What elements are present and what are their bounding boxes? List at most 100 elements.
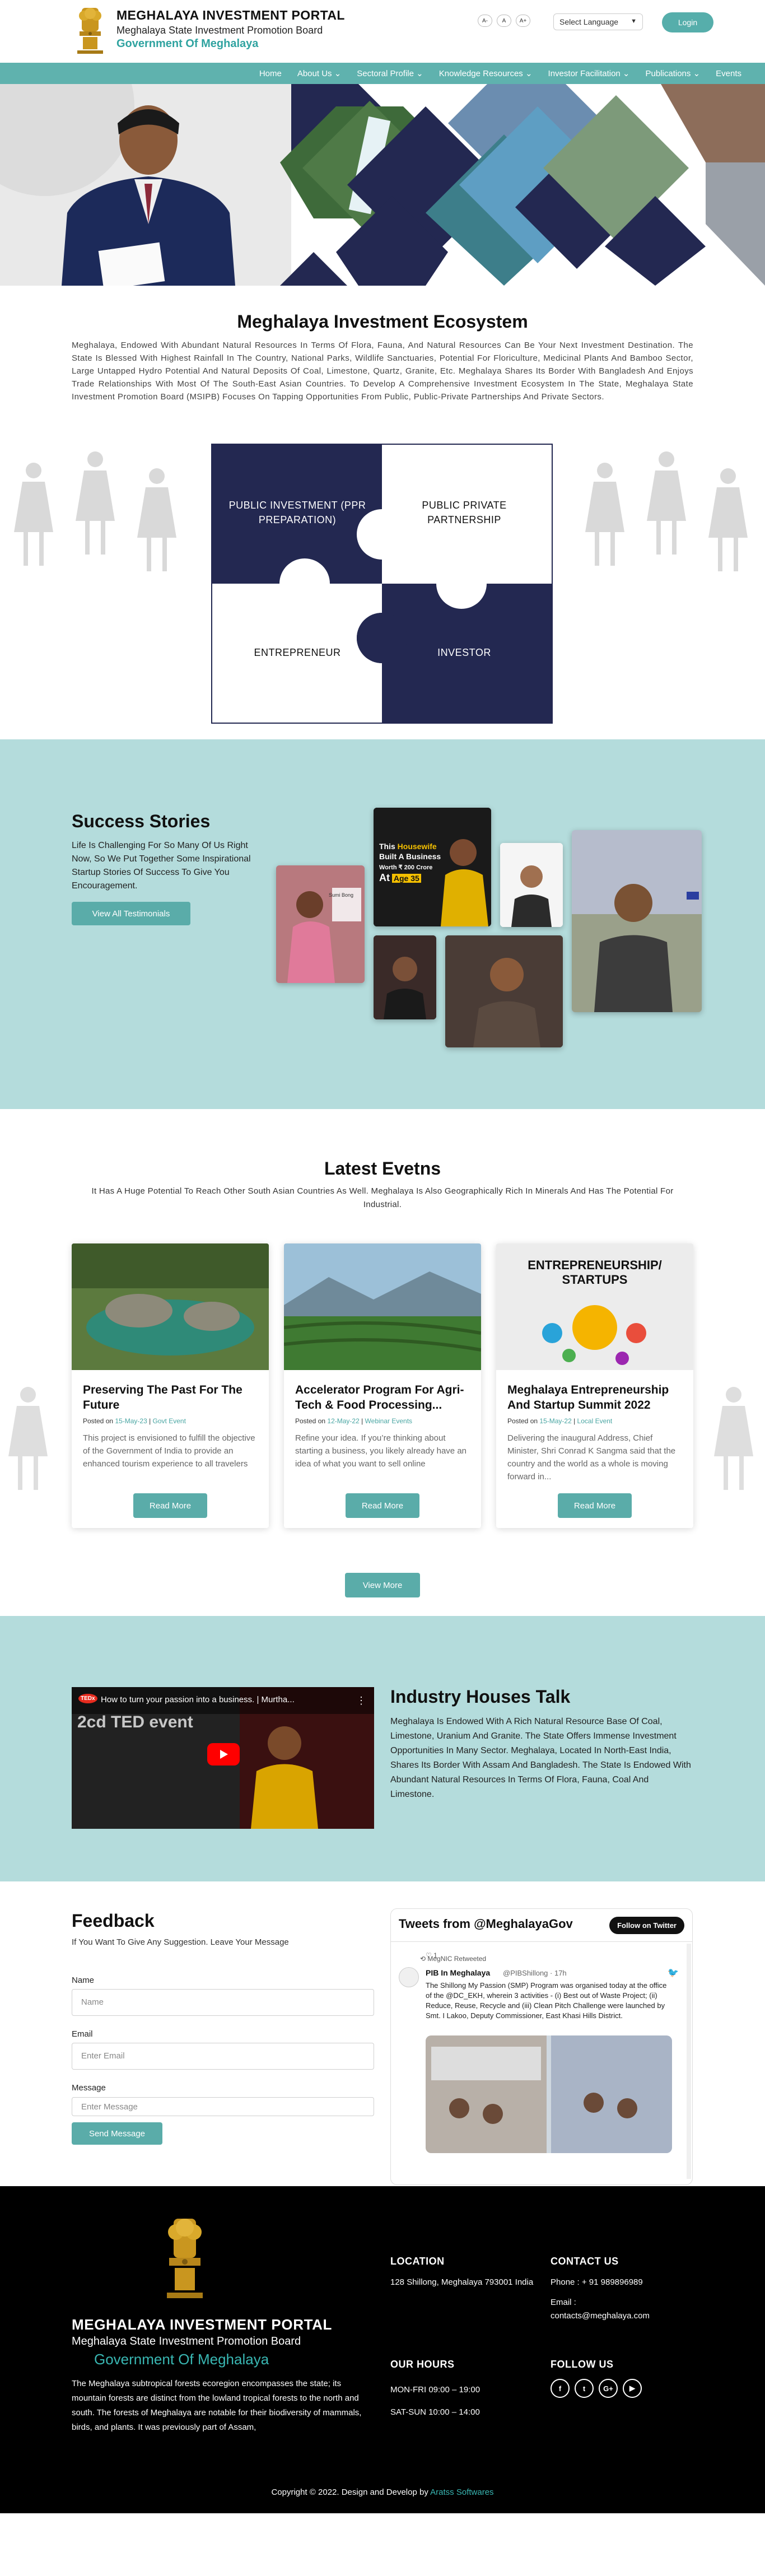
- government-label: Government Of Meghalaya: [116, 38, 259, 50]
- event-image-startup-poster[interactable]: ENTREPRENEURSHIP/ STARTUPS: [496, 1243, 693, 1370]
- nav-about-us[interactable]: About Us ⌄: [297, 68, 341, 78]
- video-overlay-text: 2cd TED event: [77, 1713, 193, 1731]
- nav-knowledge-resources[interactable]: Knowledge Resources ⌄: [439, 68, 533, 78]
- font-increase-button[interactable]: A+: [516, 15, 530, 27]
- contact-email-label: Email :: [551, 2298, 576, 2307]
- story-word-this: This: [379, 842, 395, 851]
- nav-investor-facilitation[interactable]: Investor Facilitation ⌄: [548, 68, 630, 78]
- avatar[interactable]: [399, 1967, 419, 1987]
- nav-publications[interactable]: Publications ⌄: [646, 68, 701, 78]
- event-image-tea-garden[interactable]: [284, 1243, 481, 1370]
- event-category[interactable]: Govt Event: [153, 1417, 186, 1425]
- tweet-photo[interactable]: [426, 2035, 672, 2153]
- twitter-icon[interactable]: t: [575, 2379, 594, 2398]
- language-select[interactable]: Select Language ▼: [553, 13, 643, 30]
- hero-collage-image: [0, 84, 765, 286]
- feedback-title: Feedback: [72, 1911, 155, 1931]
- events-subtitle: It Has A Huge Potential To Reach Other S…: [91, 1186, 674, 1209]
- email-input[interactable]: Enter Email: [72, 2043, 374, 2070]
- event-date: 15-May-22: [539, 1417, 572, 1425]
- event-meta: Posted on 12-May-22 | Webinar Events: [295, 1417, 413, 1425]
- follow-on-twitter-button[interactable]: Follow on Twitter: [609, 1917, 684, 1934]
- contact-phone[interactable]: Phone : + 91 989896989: [551, 2276, 643, 2289]
- main-nav: Home About Us ⌄ Sectoral Profile ⌄ Knowl…: [0, 63, 765, 84]
- facebook-icon[interactable]: f: [551, 2379, 570, 2398]
- send-message-button[interactable]: Send Message: [72, 2122, 162, 2145]
- developer-link[interactable]: Aratss Softwares: [430, 2488, 493, 2497]
- view-more-events-button[interactable]: View More: [345, 1573, 420, 1597]
- event-description: Refine your idea. If you’re thinking abo…: [295, 1433, 467, 1469]
- message-textarea[interactable]: Enter Message: [72, 2097, 374, 2116]
- tedx-logo: TEDx: [78, 1694, 97, 1703]
- tweet-author[interactable]: PIB In Meghalaya: [426, 1968, 490, 1977]
- hero-banner: [0, 84, 765, 286]
- event-category[interactable]: Webinar Events: [365, 1417, 413, 1425]
- tweet-handle[interactable]: @PIBShillong · 17h: [503, 1969, 567, 1977]
- footer-portal-title: MEGHALAYA INVESTMENT PORTAL: [72, 2316, 332, 2333]
- more-options-icon[interactable]: ⋮: [356, 1695, 366, 1707]
- youtube-video-player[interactable]: TEDx How to turn your passion into a bus…: [72, 1687, 374, 1829]
- nav-home[interactable]: Home: [259, 69, 282, 78]
- message-label: Message: [72, 2083, 106, 2093]
- event-date: 12-May-22: [327, 1417, 360, 1425]
- font-reset-button[interactable]: A: [497, 15, 511, 27]
- like-icon[interactable]: ♡ 1: [426, 1951, 437, 1959]
- event-category[interactable]: Local Event: [577, 1417, 613, 1425]
- video-title[interactable]: How to turn your passion into a business…: [101, 1695, 295, 1704]
- ecosystem-section: Meghalaya Investment Ecosystem Meghalaya…: [0, 286, 765, 734]
- puzzle-investor: INVESTOR: [437, 647, 491, 658]
- latest-events-section: Latest Evetns It Has A Huge Potential To…: [0, 1109, 765, 1616]
- event-title[interactable]: Meghalaya Entrepreneurship And Startup S…: [507, 1382, 682, 1413]
- hours-weekend: SAT-SUN 10:00 – 14:00: [390, 2407, 480, 2417]
- login-button[interactable]: Login: [662, 12, 713, 32]
- event-title[interactable]: Preserving The Past For The Future: [83, 1382, 258, 1413]
- tweets-scrollbar[interactable]: [687, 1944, 691, 2179]
- nav-sectoral-profile[interactable]: Sectoral Profile ⌄: [357, 68, 423, 78]
- event-card: ENTREPRENEURSHIP/ STARTUPS Meghalaya Ent…: [496, 1243, 693, 1528]
- ecosystem-text: Meghalaya, Endowed With Abundant Natural…: [72, 341, 693, 402]
- event-card: Preserving The Past For The Future Poste…: [72, 1243, 269, 1528]
- posted-on-label: Posted on: [295, 1417, 326, 1425]
- state-emblem-icon[interactable]: [72, 4, 109, 56]
- event-title[interactable]: Accelerator Program For Agri-Tech & Food…: [295, 1382, 470, 1413]
- play-icon: [220, 1750, 228, 1759]
- read-more-button[interactable]: Read More: [558, 1493, 632, 1518]
- view-all-testimonials-button[interactable]: View All Testimonials: [72, 902, 190, 925]
- portal-title[interactable]: MEGHALAYA INVESTMENT PORTAL: [116, 8, 345, 23]
- copyright: Copyright © 2022. Design and Develop by …: [0, 2488, 765, 2497]
- tweets-title[interactable]: Tweets from @MeghalayaGov: [399, 1917, 573, 1931]
- story-name-label: Sumi Bong: [329, 892, 354, 898]
- twitter-bird-icon[interactable]: 🐦: [668, 1967, 679, 1978]
- story-tile-man-outdoor[interactable]: [572, 830, 702, 1012]
- tweet-text: The Shillong My Passion (SMP) Program wa…: [426, 1981, 667, 2020]
- story-tile-woman-saree[interactable]: Sumi Bong: [276, 865, 365, 983]
- read-more-button[interactable]: Read More: [133, 1493, 207, 1518]
- posted-on-label: Posted on: [507, 1417, 538, 1425]
- story-thumbnail: [445, 935, 563, 1047]
- success-title: Success Stories: [72, 811, 211, 831]
- google-plus-icon[interactable]: G+: [599, 2379, 618, 2398]
- name-label: Name: [72, 1976, 95, 1985]
- story-tile-man-portrait[interactable]: [500, 843, 563, 927]
- youtube-icon[interactable]: ▶: [623, 2379, 642, 2398]
- event-image-rock-pool[interactable]: [72, 1243, 269, 1370]
- story-tile-dark-portrait[interactable]: [374, 935, 436, 1019]
- portal-subtitle: Meghalaya State Investment Promotion Boa…: [116, 25, 323, 36]
- read-more-button[interactable]: Read More: [346, 1493, 419, 1518]
- success-stories-section: Success Stories Life Is Challenging For …: [0, 739, 765, 1109]
- events-card-list: Preserving The Past For The Future Poste…: [72, 1243, 693, 1528]
- story-word-at: At: [379, 872, 390, 883]
- nav-events[interactable]: Events: [716, 69, 741, 78]
- contact-email[interactable]: contacts@meghalaya.com: [551, 2309, 650, 2323]
- event-card: Accelerator Program For Agri-Tech & Food…: [284, 1243, 481, 1528]
- story-tile-housewife[interactable]: This Housewife Built A Business Worth ₹ …: [374, 808, 491, 926]
- location-address: 128 Shillong, Meghalaya 793001 India: [390, 2277, 534, 2287]
- name-input[interactable]: Name: [72, 1989, 374, 2016]
- hours-weekdays: MON-FRI 09:00 – 19:00: [390, 2385, 481, 2395]
- copyright-text: Copyright © 2022. Design and Develop by: [271, 2488, 428, 2497]
- play-button[interactable]: [207, 1743, 240, 1766]
- story-word-worth: Worth ₹ 200 Crore: [379, 864, 433, 871]
- font-decrease-button[interactable]: A-: [478, 15, 492, 27]
- story-tile-interview[interactable]: [445, 935, 563, 1047]
- site-footer: MEGHALAYA INVESTMENT PORTAL Meghalaya St…: [0, 2186, 765, 2513]
